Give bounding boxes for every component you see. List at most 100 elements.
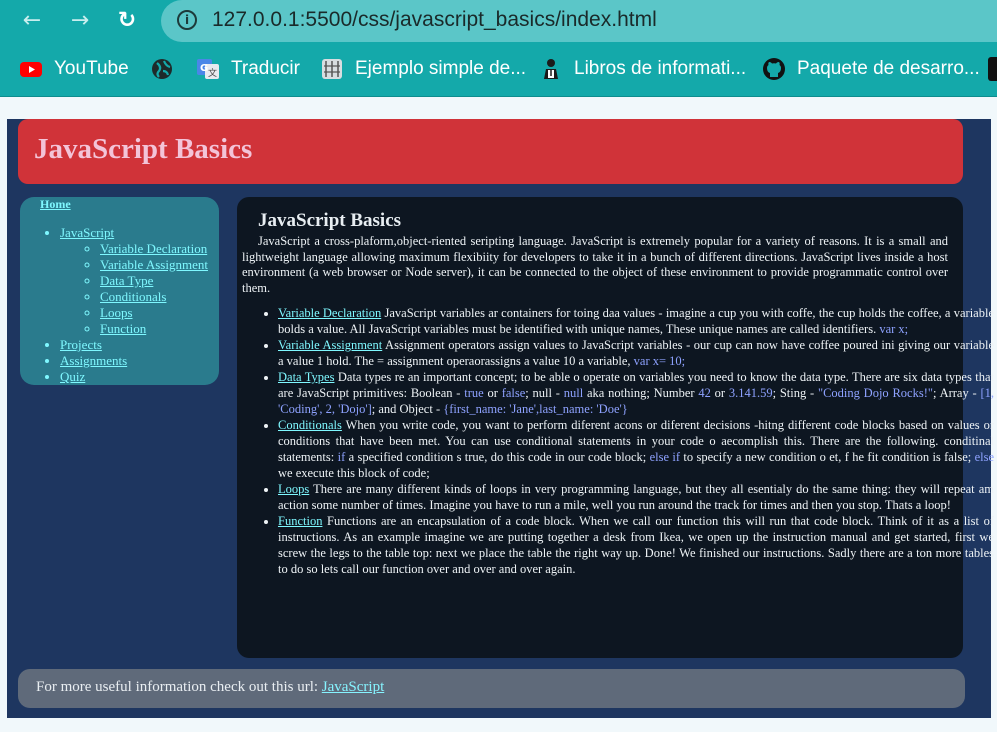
topic-loops: Loops There are many different kinds of … (278, 481, 994, 513)
person-icon (539, 57, 563, 81)
bookmark-ejemplo[interactable]: Ejemplo simple de... (320, 52, 526, 86)
bookmark-overflow[interactable] (988, 52, 997, 86)
bookmark-traducir[interactable]: G文 Traducir (196, 52, 300, 86)
intro-paragraph: JavaScript a cross-plaform,object-riente… (242, 234, 948, 295)
forward-icon[interactable]: → (66, 7, 94, 35)
bookmark-label: YouTube (54, 58, 129, 79)
topic-text: ; and Object - (371, 402, 444, 416)
topic-link[interactable]: Loops (278, 482, 309, 496)
code-snippet: {first_name: 'Jane',last_name: 'Doe'} (443, 402, 628, 416)
bookmark-globe[interactable] (150, 52, 185, 86)
bookmark-label: Traducir (231, 58, 300, 79)
topic-link[interactable]: Variable Assignment (278, 338, 382, 352)
nav-subitem: Conditionals (100, 289, 208, 305)
address-bar[interactable]: i 127.0.0.1:5500/css/javascript_basics/i… (161, 0, 997, 42)
topic-link[interactable]: Data Types (278, 370, 334, 384)
svg-text:文: 文 (208, 67, 217, 79)
nav-quiz-link[interactable]: Quiz (60, 369, 85, 384)
code-snippet: "Coding Dojo Rocks!" (817, 386, 933, 400)
topic-text: There are many different kinds of loops … (278, 482, 994, 512)
topic-text: ; Array - (933, 386, 981, 400)
nav-item-javascript: JavaScript Variable Declaration Variable… (60, 225, 208, 337)
topic-text: or (483, 386, 502, 400)
footer-javascript-link[interactable]: JavaScript (322, 679, 384, 695)
code-snippet: true (464, 386, 484, 400)
footer-label: For more useful information check out th… (36, 679, 322, 695)
code-snippet: var x= 10; (633, 354, 686, 368)
topic-function: Function Functions are an encapsulation … (278, 513, 994, 577)
topic-link[interactable]: Conditionals (278, 418, 342, 432)
section-title: JavaScript Basics (258, 210, 402, 231)
bookmark-youtube[interactable]: YouTube (19, 52, 129, 86)
bookmark-overflow-icon (988, 57, 997, 81)
sidebar-nav: Home JavaScript Variable Declaration Var… (20, 197, 219, 385)
nav-home-link[interactable]: Home (40, 197, 71, 212)
nav-assignments-link[interactable]: Assignments (60, 353, 127, 368)
topic-text: ; Sting - (772, 386, 818, 400)
nav-loops-link[interactable]: Loops (100, 305, 133, 320)
topic-link[interactable]: Variable Declaration (278, 306, 381, 320)
topic-variable-assignment: Variable Assignment Assignment operators… (278, 337, 994, 369)
code-snippet: null (563, 386, 584, 400)
nav-sublist: Variable Declaration Variable Assignment… (60, 241, 208, 337)
reload-icon[interactable]: ↻ (113, 7, 141, 35)
bookmark-label: Ejemplo simple de... (355, 58, 527, 79)
topic-text: Functions are an encapsulation of a code… (278, 514, 994, 576)
topic-conditionals: Conditionals When you write code, you wa… (278, 417, 994, 481)
code-snippet: 42 (698, 386, 711, 400)
page-container: JavaScript Basics Home JavaScript Variab… (7, 119, 994, 718)
nav-subitem: Data Type (100, 273, 208, 289)
nav-subitem: Function (100, 321, 208, 337)
youtube-icon (19, 57, 43, 81)
topic-link[interactable]: Function (278, 514, 322, 528)
code-snippet: else if (649, 450, 681, 464)
topic-text: to specify a new condition o et, f he fi… (680, 450, 975, 464)
topic-variable-declaration: Variable Declaration JavaScript variable… (278, 305, 994, 337)
topic-text: a specified condition s true, do this co… (345, 450, 650, 464)
topics-list: Variable Declaration JavaScript variable… (237, 305, 994, 577)
bookmark-libros[interactable]: Libros de informati... (539, 52, 746, 86)
bookmark-label: Libros de informati... (574, 58, 747, 79)
back-icon[interactable]: ← (18, 7, 46, 35)
globe-icon (150, 57, 174, 81)
site-info-icon[interactable]: i (177, 10, 197, 30)
bookmarks-bar: YouTube G文 Traducir Ejemplo simple de...… (0, 52, 997, 86)
nav-list: JavaScript Variable Declaration Variable… (20, 225, 208, 385)
code-snippet: false (501, 386, 526, 400)
svg-text:G: G (200, 63, 208, 74)
main-content: JavaScript Basics JavaScript a cross-pla… (237, 197, 994, 658)
topic-data-types: Data Types Data types re an important co… (278, 369, 994, 417)
nav-projects-link[interactable]: Projects (60, 337, 102, 352)
nav-item-projects: Projects (60, 337, 208, 353)
document-icon (320, 57, 344, 81)
footer-text: For more useful information check out th… (36, 679, 384, 696)
page-header: JavaScript Basics (18, 119, 963, 184)
code-snippet: var x; (879, 322, 909, 336)
nav-item-quiz: Quiz (60, 369, 208, 385)
github-icon (762, 57, 786, 81)
topic-text: or (710, 386, 729, 400)
nav-function-link[interactable]: Function (100, 321, 146, 336)
nav-variable-declaration-link[interactable]: Variable Declaration (100, 241, 207, 256)
translate-icon: G文 (196, 57, 220, 81)
browser-toolbar: ← → ↻ i 127.0.0.1:5500/css/javascript_ba… (0, 0, 997, 97)
nav-data-type-link[interactable]: Data Type (100, 273, 153, 288)
page-footer: For more useful information check out th… (18, 669, 965, 708)
nav-conditionals-link[interactable]: Conditionals (100, 289, 166, 304)
page-title: JavaScript Basics (34, 133, 253, 165)
bookmark-label: Paquete de desarro... (797, 58, 980, 79)
nav-subitem: Variable Declaration (100, 241, 208, 257)
toolbar-divider (0, 96, 997, 97)
bookmark-paquete[interactable]: Paquete de desarro... (762, 52, 980, 86)
nav-item-assignments: Assignments (60, 353, 208, 369)
topic-text: we execute this block of code; (278, 466, 430, 480)
url-text[interactable]: 127.0.0.1:5500/css/javascript_basics/ind… (212, 8, 657, 32)
nav-javascript-link[interactable]: JavaScript (60, 225, 114, 240)
nav-subitem: Variable Assignment (100, 257, 208, 273)
topic-text: ; null - (525, 386, 564, 400)
nav-subitem: Loops (100, 305, 208, 321)
nav-variable-assignment-link[interactable]: Variable Assignment (100, 257, 208, 272)
topic-text: aka nothing; Number (583, 386, 699, 400)
code-snippet: else (974, 450, 995, 464)
code-snippet: 3.141.59 (728, 386, 773, 400)
